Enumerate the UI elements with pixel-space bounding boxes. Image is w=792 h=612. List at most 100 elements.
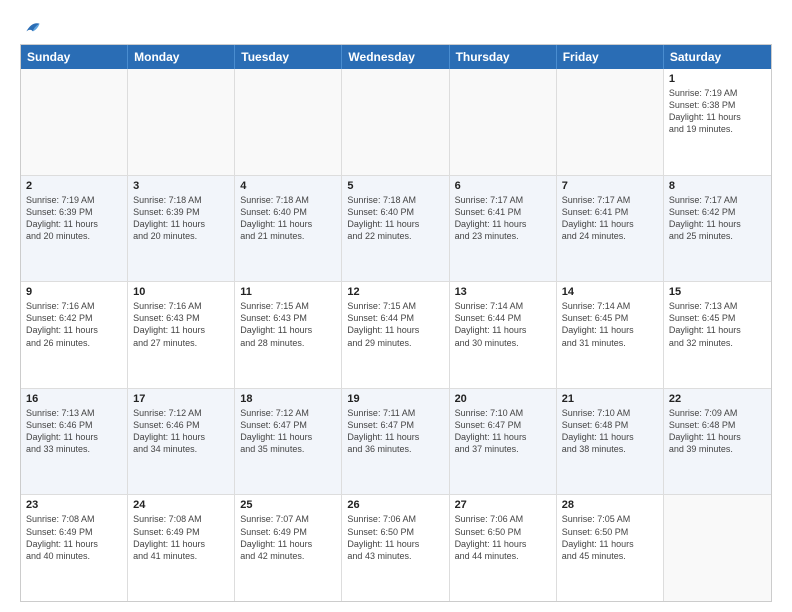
day-info: Sunrise: 7:18 AM Sunset: 6:40 PM Dayligh… <box>240 194 336 243</box>
header-cell-thursday: Thursday <box>450 45 557 69</box>
day-info: Sunrise: 7:15 AM Sunset: 6:44 PM Dayligh… <box>347 300 443 349</box>
day-number: 23 <box>26 499 122 511</box>
calendar-header: SundayMondayTuesdayWednesdayThursdayFrid… <box>21 45 771 69</box>
day-cell-22: 22 Sunrise: 7:09 AM Sunset: 6:48 PM Dayli… <box>664 389 771 495</box>
day-info: Sunrise: 7:09 AM Sunset: 6:48 PM Dayligh… <box>669 407 766 456</box>
day-number: 13 <box>455 286 551 298</box>
day-number: 15 <box>669 286 766 298</box>
day-number: 9 <box>26 286 122 298</box>
day-cell-16: 16 Sunrise: 7:13 AM Sunset: 6:46 PM Dayli… <box>21 389 128 495</box>
day-cell-6: 6 Sunrise: 7:17 AM Sunset: 6:41 PM Daylig… <box>450 176 557 282</box>
day-number: 26 <box>347 499 443 511</box>
day-number: 24 <box>133 499 229 511</box>
calendar-row-3: 16 Sunrise: 7:13 AM Sunset: 6:46 PM Dayli… <box>21 388 771 495</box>
day-info: Sunrise: 7:10 AM Sunset: 6:48 PM Dayligh… <box>562 407 658 456</box>
day-cell-empty <box>557 69 664 175</box>
day-info: Sunrise: 7:14 AM Sunset: 6:44 PM Dayligh… <box>455 300 551 349</box>
day-cell-empty <box>342 69 449 175</box>
day-number: 5 <box>347 180 443 192</box>
day-info: Sunrise: 7:11 AM Sunset: 6:47 PM Dayligh… <box>347 407 443 456</box>
day-cell-23: 23 Sunrise: 7:08 AM Sunset: 6:49 PM Dayli… <box>21 495 128 601</box>
day-cell-20: 20 Sunrise: 7:10 AM Sunset: 6:47 PM Dayli… <box>450 389 557 495</box>
day-cell-13: 13 Sunrise: 7:14 AM Sunset: 6:44 PM Dayli… <box>450 282 557 388</box>
day-info: Sunrise: 7:18 AM Sunset: 6:39 PM Dayligh… <box>133 194 229 243</box>
header-cell-wednesday: Wednesday <box>342 45 449 69</box>
day-cell-5: 5Sunrise: 7:18 AM Sunset: 6:40 PM Daylig… <box>342 176 449 282</box>
day-number: 27 <box>455 499 551 511</box>
page: SundayMondayTuesdayWednesdayThursdayFrid… <box>0 0 792 612</box>
calendar-row-2: 9 Sunrise: 7:16 AM Sunset: 6:42 PM Daylig… <box>21 281 771 388</box>
day-info: Sunrise: 7:17 AM Sunset: 6:41 PM Dayligh… <box>562 194 658 243</box>
calendar-body: 1Sunrise: 7:19 AM Sunset: 6:38 PM Daylig… <box>21 69 771 601</box>
day-cell-empty <box>450 69 557 175</box>
day-info: Sunrise: 7:19 AM Sunset: 6:39 PM Dayligh… <box>26 194 122 243</box>
day-number: 19 <box>347 393 443 405</box>
day-number: 7 <box>562 180 658 192</box>
day-cell-25: 25 Sunrise: 7:07 AM Sunset: 6:49 PM Dayli… <box>235 495 342 601</box>
day-cell-10: 10 Sunrise: 7:16 AM Sunset: 6:43 PM Dayli… <box>128 282 235 388</box>
day-number: 17 <box>133 393 229 405</box>
day-number: 8 <box>669 180 766 192</box>
day-number: 16 <box>26 393 122 405</box>
day-cell-27: 27Sunrise: 7:06 AM Sunset: 6:50 PM Dayli… <box>450 495 557 601</box>
day-cell-empty <box>21 69 128 175</box>
logo <box>20 16 44 38</box>
day-cell-24: 24 Sunrise: 7:08 AM Sunset: 6:49 PM Dayli… <box>128 495 235 601</box>
day-number: 28 <box>562 499 658 511</box>
day-number: 3 <box>133 180 229 192</box>
day-cell-empty <box>128 69 235 175</box>
day-number: 10 <box>133 286 229 298</box>
logo-bird-icon <box>22 16 44 38</box>
day-number: 6 <box>455 180 551 192</box>
day-info: Sunrise: 7:17 AM Sunset: 6:42 PM Dayligh… <box>669 194 766 243</box>
header-cell-tuesday: Tuesday <box>235 45 342 69</box>
calendar-row-0: 1Sunrise: 7:19 AM Sunset: 6:38 PM Daylig… <box>21 69 771 175</box>
day-info: Sunrise: 7:17 AM Sunset: 6:41 PM Dayligh… <box>455 194 551 243</box>
day-info: Sunrise: 7:15 AM Sunset: 6:43 PM Dayligh… <box>240 300 336 349</box>
calendar-row-4: 23 Sunrise: 7:08 AM Sunset: 6:49 PM Dayli… <box>21 494 771 601</box>
day-info: Sunrise: 7:19 AM Sunset: 6:38 PM Dayligh… <box>669 87 766 136</box>
day-cell-18: 18 Sunrise: 7:12 AM Sunset: 6:47 PM Dayli… <box>235 389 342 495</box>
day-number: 18 <box>240 393 336 405</box>
calendar: SundayMondayTuesdayWednesdayThursdayFrid… <box>20 44 772 602</box>
header-cell-sunday: Sunday <box>21 45 128 69</box>
header-cell-friday: Friday <box>557 45 664 69</box>
day-info: Sunrise: 7:13 AM Sunset: 6:46 PM Dayligh… <box>26 407 122 456</box>
day-cell-2: 2 Sunrise: 7:19 AM Sunset: 6:39 PM Daylig… <box>21 176 128 282</box>
day-cell-9: 9 Sunrise: 7:16 AM Sunset: 6:42 PM Daylig… <box>21 282 128 388</box>
calendar-row-1: 2 Sunrise: 7:19 AM Sunset: 6:39 PM Daylig… <box>21 175 771 282</box>
day-info: Sunrise: 7:12 AM Sunset: 6:47 PM Dayligh… <box>240 407 336 456</box>
day-number: 22 <box>669 393 766 405</box>
day-cell-empty <box>664 495 771 601</box>
day-info: Sunrise: 7:16 AM Sunset: 6:42 PM Dayligh… <box>26 300 122 349</box>
day-info: Sunrise: 7:06 AM Sunset: 6:50 PM Dayligh… <box>347 513 443 562</box>
day-cell-26: 26 Sunrise: 7:06 AM Sunset: 6:50 PM Dayli… <box>342 495 449 601</box>
day-info: Sunrise: 7:13 AM Sunset: 6:45 PM Dayligh… <box>669 300 766 349</box>
day-info: Sunrise: 7:07 AM Sunset: 6:49 PM Dayligh… <box>240 513 336 562</box>
day-info: Sunrise: 7:05 AM Sunset: 6:50 PM Dayligh… <box>562 513 658 562</box>
day-cell-empty <box>235 69 342 175</box>
header-cell-monday: Monday <box>128 45 235 69</box>
day-number: 21 <box>562 393 658 405</box>
day-cell-17: 17 Sunrise: 7:12 AM Sunset: 6:46 PM Dayli… <box>128 389 235 495</box>
day-number: 2 <box>26 180 122 192</box>
day-number: 25 <box>240 499 336 511</box>
day-cell-19: 19 Sunrise: 7:11 AM Sunset: 6:47 PM Dayli… <box>342 389 449 495</box>
day-info: Sunrise: 7:12 AM Sunset: 6:46 PM Dayligh… <box>133 407 229 456</box>
day-cell-12: 12 Sunrise: 7:15 AM Sunset: 6:44 PM Dayli… <box>342 282 449 388</box>
day-info: Sunrise: 7:10 AM Sunset: 6:47 PM Dayligh… <box>455 407 551 456</box>
header-cell-saturday: Saturday <box>664 45 771 69</box>
day-number: 20 <box>455 393 551 405</box>
day-info: Sunrise: 7:14 AM Sunset: 6:45 PM Dayligh… <box>562 300 658 349</box>
day-cell-21: 21 Sunrise: 7:10 AM Sunset: 6:48 PM Dayli… <box>557 389 664 495</box>
header <box>20 16 772 38</box>
day-info: Sunrise: 7:16 AM Sunset: 6:43 PM Dayligh… <box>133 300 229 349</box>
day-number: 11 <box>240 286 336 298</box>
day-info: Sunrise: 7:08 AM Sunset: 6:49 PM Dayligh… <box>133 513 229 562</box>
day-number: 12 <box>347 286 443 298</box>
day-cell-4: 4 Sunrise: 7:18 AM Sunset: 6:40 PM Daylig… <box>235 176 342 282</box>
day-cell-28: 28 Sunrise: 7:05 AM Sunset: 6:50 PM Dayli… <box>557 495 664 601</box>
day-info: Sunrise: 7:08 AM Sunset: 6:49 PM Dayligh… <box>26 513 122 562</box>
day-number: 4 <box>240 180 336 192</box>
day-cell-11: 11 Sunrise: 7:15 AM Sunset: 6:43 PM Dayli… <box>235 282 342 388</box>
